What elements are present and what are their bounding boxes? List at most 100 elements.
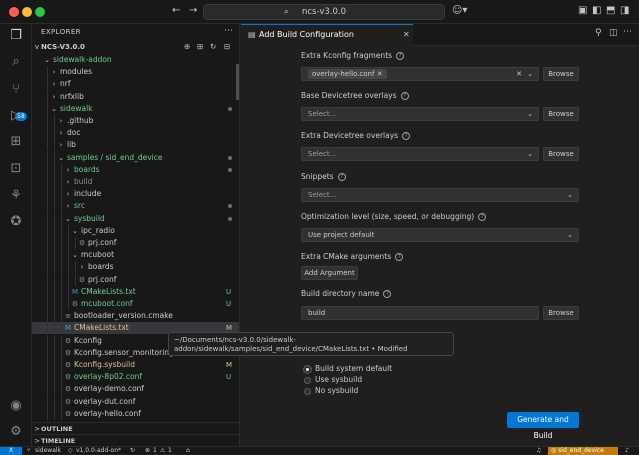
tree-folder[interactable]: › doc xyxy=(32,127,239,140)
optimization-select[interactable]: Use project default ⌄ xyxy=(301,228,579,242)
tree-folder[interactable]: › build xyxy=(32,176,239,188)
toggle-sidebar-icon[interactable]: ◧ xyxy=(592,5,601,17)
help-icon[interactable]: ? xyxy=(402,132,411,140)
settings-icon[interactable]: ⚙ xyxy=(8,424,24,440)
snippets-select[interactable]: Select... ⌄ xyxy=(301,188,579,202)
tree-folder[interactable]: › modules xyxy=(32,66,239,79)
indent-guide xyxy=(54,115,55,127)
tree-folder[interactable]: ⌄ samples / sid_end_device xyxy=(32,151,239,164)
tree-folder[interactable]: ⌄ mcuboot xyxy=(32,249,239,262)
search-icon[interactable]: ⌕ xyxy=(8,54,24,70)
tree-folder[interactable]: › boards xyxy=(32,261,239,274)
build-directory-input[interactable]: build xyxy=(301,306,539,320)
tree-folder[interactable]: ⌄ sidewalk-addon xyxy=(32,54,239,66)
tree-file[interactable]: ⚙ overlay-demo.conf xyxy=(32,383,239,396)
extra-devicetree-select[interactable]: Select... ⌄ xyxy=(301,147,539,161)
editor-more-icon[interactable]: ⋯ xyxy=(623,27,632,37)
tree-file[interactable]: ⚙ overlay-dut.conf xyxy=(32,395,239,408)
tree-folder[interactable]: › src xyxy=(32,200,239,213)
tree-folder[interactable]: ⌄ ipc_radio xyxy=(32,224,239,237)
modified-dot xyxy=(228,106,232,111)
close-tab-icon[interactable]: ✕ xyxy=(403,25,410,45)
help-icon[interactable]: ? xyxy=(478,213,487,221)
gear-icon: ⚙ xyxy=(78,239,86,247)
new-folder-icon[interactable]: ⊞ xyxy=(197,41,203,53)
chevron-down-icon: ⌄ xyxy=(567,191,573,199)
split-editor-icon[interactable]: ◫ xyxy=(609,28,618,38)
workspace-root[interactable]: v NCS-V3.0.0 ⊕ ⊞ ↻ ⊟ xyxy=(32,41,239,53)
indent-guide xyxy=(61,212,62,225)
tree-folder[interactable]: › nrf xyxy=(32,78,239,91)
tree-file[interactable]: ⚙ Kconfig.sysbuild M xyxy=(32,359,239,371)
account-icon[interactable]: ◉ xyxy=(8,398,24,414)
pin-icon[interactable]: ⚲ xyxy=(595,28,602,38)
kconfig-fragments-select[interactable]: overlay-hello.conf ✕ ✕ ⌄ xyxy=(301,67,539,81)
indent-guide xyxy=(54,139,55,152)
files-icon[interactable]: ❐ xyxy=(8,28,24,44)
more-actions-icon[interactable]: ⋯ xyxy=(224,26,233,36)
tree-folder[interactable]: › include xyxy=(32,188,239,201)
browse-kconfig-button[interactable]: Browse xyxy=(543,67,579,81)
add-argument-button[interactable]: Add Argument xyxy=(301,266,358,280)
indent-guide xyxy=(61,273,62,286)
sidebar-scrollbar[interactable] xyxy=(236,64,239,100)
help-icon[interactable]: ? xyxy=(337,173,346,181)
help-icon[interactable]: ? xyxy=(383,290,392,298)
git-status-badge: M xyxy=(226,361,233,369)
minimize-window-button[interactable] xyxy=(22,7,32,17)
clear-icon[interactable]: ✕ xyxy=(516,68,522,80)
nrf-connect-icon[interactable]: ⊡ xyxy=(8,161,24,177)
tree-file[interactable]: ⚙ overlay-hello.conf xyxy=(32,407,239,420)
base-devicetree-select[interactable]: Select... ⌄ xyxy=(301,107,539,121)
forward-arrow-icon[interactable]: → xyxy=(189,5,197,17)
tree-item-label: nrf xyxy=(60,79,71,89)
indent-guide xyxy=(54,163,55,176)
tree-folder[interactable]: ⌄ sidewalk xyxy=(32,102,239,115)
browse-build-directory-button[interactable]: Browse xyxy=(543,306,579,320)
tree-file[interactable]: ⚙ overlay-8p02.conf U xyxy=(32,371,239,384)
remove-chip-icon[interactable]: ✕ xyxy=(377,70,383,78)
help-icon[interactable]: ? xyxy=(395,253,404,261)
sysbuild-radio[interactable] xyxy=(304,366,311,373)
tree-folder[interactable]: › .github xyxy=(32,115,239,127)
sysbuild-radio[interactable] xyxy=(304,377,311,384)
copilot-icon[interactable]: ☺▾ xyxy=(452,5,467,17)
toggle-secondary-sidebar-icon[interactable]: ◨ xyxy=(620,5,629,17)
cmake-file-icon: M xyxy=(71,287,79,296)
tree-folder[interactable]: › boards xyxy=(32,163,239,176)
tree-file[interactable]: ≡ bootloader_version.cmake xyxy=(32,310,239,323)
refresh-icon[interactable]: ↻ xyxy=(210,41,216,53)
tree-file[interactable]: ⚙ prj.conf xyxy=(32,273,239,286)
command-center[interactable]: ⌕ ncs-v3.0.0 xyxy=(203,4,445,20)
help-icon[interactable]: ? xyxy=(400,92,409,100)
toggle-panel-icon[interactable]: ⬒ xyxy=(606,5,615,17)
close-window-button[interactable] xyxy=(9,7,19,17)
timeline-section[interactable]: > TIMELINE xyxy=(32,434,239,446)
chevron-down-icon: ⌄ xyxy=(72,226,78,235)
tab-add-build-configuration[interactable]: ▤ Add Build Configuration (sid_end_devic… xyxy=(241,24,413,59)
outline-section[interactable]: > OUTLINE xyxy=(32,422,239,434)
bug-icon[interactable]: ✪ xyxy=(8,214,24,230)
source-control-icon[interactable]: ⑂ xyxy=(8,82,24,98)
browse-extra-devicetree-button[interactable]: Browse xyxy=(543,147,579,161)
tree-file[interactable]: M CMakeLists.txt U xyxy=(32,285,239,298)
maximize-window-button[interactable] xyxy=(35,7,45,17)
back-arrow-icon[interactable]: ← xyxy=(172,5,180,17)
collapse-all-icon[interactable]: ⊟ xyxy=(224,41,230,53)
chevron-down-icon: ⌄ xyxy=(527,110,533,118)
tree-file[interactable]: ⚙ mcuboot.conf U xyxy=(32,298,239,310)
sysbuild-radio[interactable] xyxy=(304,388,311,395)
tree-folder[interactable]: › lib xyxy=(32,139,239,152)
help-icon[interactable]: ? xyxy=(396,52,405,60)
tree-folder[interactable]: ⌄ sysbuild xyxy=(32,212,239,225)
extensions-icon[interactable]: ⊞ xyxy=(8,134,24,150)
tree-icon[interactable]: ⚘ xyxy=(8,188,24,204)
run-debug-icon[interactable]: ▷ xyxy=(8,108,24,124)
generate-and-build-button[interactable]: Generate and Build xyxy=(507,412,579,440)
new-file-icon[interactable]: ⊕ xyxy=(184,41,190,53)
activity-bar: ❐ ⌕ ⑂ 58 ▷ ⊞ ⊡ ⚘ ✪ ◉ ⚙ xyxy=(0,24,32,446)
tree-file[interactable]: ⚙ prj.conf xyxy=(32,237,239,249)
tree-folder[interactable]: › nrfxlib xyxy=(32,90,239,103)
layout-customize-icon[interactable]: ▣ xyxy=(578,5,587,17)
browse-base-devicetree-button[interactable]: Browse xyxy=(543,107,579,121)
